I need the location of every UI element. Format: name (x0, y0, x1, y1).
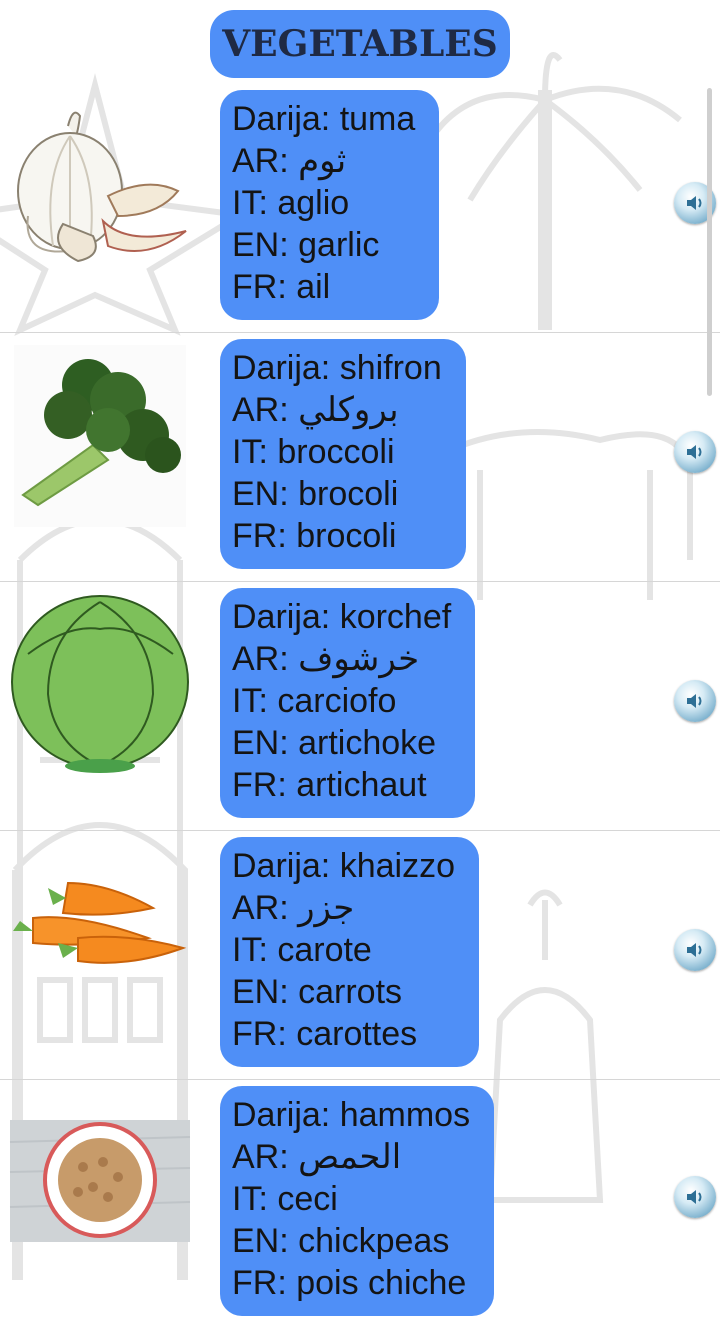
arabic-text: AR: الحمص (232, 1138, 402, 1176)
speaker-icon (687, 196, 702, 210)
play-sound-button[interactable] (674, 1176, 716, 1218)
french-text: FR: ail (232, 268, 331, 306)
arabic-text: AR: ثوم (232, 142, 347, 180)
translation-card: Darija: tuma AR: ثوم IT: aglio EN: garli… (220, 90, 440, 320)
broccoli-icon (14, 345, 186, 527)
italian-text: IT: broccoli (232, 433, 395, 471)
list-item: Darija: hammos AR: الحمص IT: ceci EN: ch… (0, 1080, 720, 1329)
french-text: FR: brocoli (232, 517, 397, 555)
speaker-icon (687, 1190, 702, 1204)
play-sound-button[interactable] (674, 680, 716, 722)
french-text: FR: pois chiche (232, 1264, 467, 1302)
list-item: Darija: shifron AR: بروكلي IT: broccoli … (0, 333, 720, 582)
translation-card: Darija: hammos AR: الحمص IT: ceci EN: ch… (220, 1086, 495, 1316)
italian-text: IT: carciofo (232, 682, 397, 720)
speaker-icon (687, 694, 702, 708)
translation-card: Darija: korchef AR: خرشوف IT: carciofo E… (220, 588, 476, 818)
italian-text: IT: carote (232, 931, 372, 969)
translation-card: Darija: shifron AR: بروكلي IT: broccoli … (220, 339, 466, 569)
arabic-text: AR: خرشوف (232, 640, 420, 678)
english-text: EN: brocoli (232, 475, 399, 513)
play-sound-button[interactable] (674, 431, 716, 473)
darija-text: Darija: tuma (232, 100, 416, 138)
list-item: Darija: korchef AR: خرشوف IT: carciofo E… (0, 582, 720, 831)
speaker-icon (687, 445, 702, 459)
english-text: EN: artichoke (232, 724, 437, 762)
arabic-text: AR: جزر (232, 889, 355, 927)
english-text: EN: chickpeas (232, 1222, 450, 1260)
english-text: EN: garlic (232, 226, 380, 264)
cabbage-icon (11, 595, 189, 773)
darija-text: Darija: khaizzo (232, 847, 455, 885)
french-text: FR: carottes (232, 1015, 418, 1053)
carrots-icon (13, 881, 187, 964)
darija-text: Darija: hammos (232, 1096, 471, 1134)
arabic-text: AR: بروكلي (232, 391, 399, 429)
speaker-icon (687, 943, 702, 957)
chickpeas-icon (9, 1120, 191, 1242)
italian-text: IT: aglio (232, 184, 350, 222)
scrollbar[interactable] (707, 88, 712, 396)
french-text: FR: artichaut (232, 766, 427, 804)
play-sound-button[interactable] (674, 929, 716, 971)
garlic-icon (17, 111, 187, 263)
list-item: Darija: tuma AR: ثوم IT: aglio EN: garli… (0, 84, 720, 333)
darija-text: Darija: shifron (232, 349, 442, 387)
italian-text: IT: ceci (232, 1180, 338, 1218)
page-title: VEGETABLES (222, 23, 498, 65)
list-item: Darija: khaizzo AR: جزر IT: carote EN: c… (0, 831, 720, 1080)
vegetable-list: Darija: tuma AR: ثوم IT: aglio EN: garli… (0, 84, 720, 1329)
translation-card: Darija: khaizzo AR: جزر IT: carote EN: c… (220, 837, 479, 1067)
page-title-pill: VEGETABLES (210, 10, 510, 78)
english-text: EN: carrots (232, 973, 403, 1011)
darija-text: Darija: korchef (232, 598, 452, 636)
